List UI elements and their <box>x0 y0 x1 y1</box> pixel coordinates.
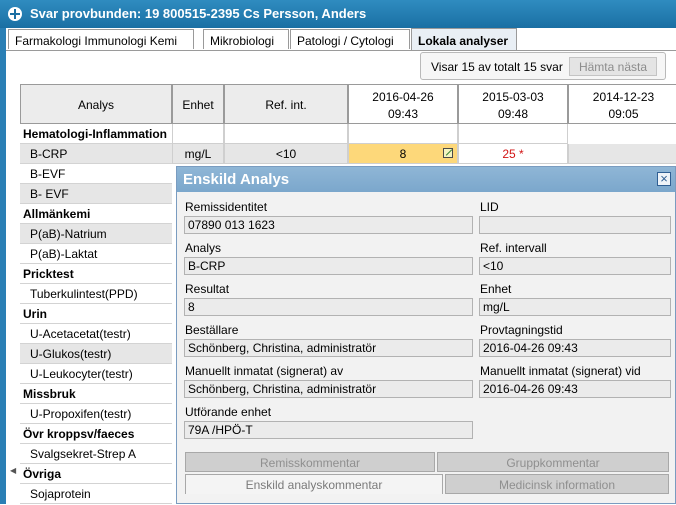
analysis-row-label[interactable]: U-Acetacetat(testr) <box>20 324 172 344</box>
edit-icon[interactable] <box>443 148 453 158</box>
single-analysis-dialog: Enskild Analys × Remissidentitet 07890 0… <box>176 166 676 504</box>
result-info-box: Visar 15 av totalt 15 svar Hämta nästa <box>420 52 666 80</box>
window-frame-left <box>0 28 6 504</box>
result-count-text: Visar 15 av totalt 15 svar <box>431 60 563 74</box>
analysis-row-label[interactable]: B-CRP <box>20 144 172 164</box>
table-cell <box>224 124 348 144</box>
manuellt-vid-field[interactable]: 2016-04-26 09:43 <box>479 380 671 398</box>
enhet-label: Enhet <box>480 282 512 296</box>
bestallare-field[interactable]: Schönberg, Christina, administratör <box>184 339 473 357</box>
category-row[interactable]: Allmänkemi <box>20 204 172 224</box>
header-ref-int[interactable]: Ref. int. <box>224 84 348 124</box>
header-enhet[interactable]: Enhet <box>172 84 224 124</box>
ref-interval-label: Ref. intervall <box>480 241 547 255</box>
result-cell[interactable]: 8 <box>348 144 458 164</box>
remiss-field[interactable]: 07890 013 1623 <box>184 216 473 234</box>
category-row[interactable]: Missbruk <box>20 384 172 404</box>
category-row[interactable]: Övr kroppsv/faeces <box>20 424 172 444</box>
utforande-field[interactable]: 79A /HPÖ-T <box>184 421 473 439</box>
analysis-row-label[interactable]: B-EVF <box>20 164 172 184</box>
plus-circle-icon <box>8 7 22 21</box>
table-cell <box>458 124 568 144</box>
unit-cell: mg/L <box>172 144 224 164</box>
result-value: 8 <box>399 147 407 161</box>
tab-farmakologi[interactable]: Farmakologi Immunologi Kemi <box>8 29 194 49</box>
analysis-row-label[interactable]: U-Leukocyter(testr) <box>20 364 172 384</box>
enhet-field[interactable]: mg/L <box>479 298 671 316</box>
comment-tabs: Remisskommentar Gruppkommentar Enskild a… <box>185 452 669 505</box>
tab-lokala-analyser[interactable]: Lokala analyser <box>411 28 517 50</box>
category-row[interactable]: Övriga <box>20 464 172 484</box>
result-cell[interactable]: 25 * <box>458 144 568 164</box>
analysis-row-label[interactable]: Svalgsekret-Strep A <box>20 444 172 464</box>
ref-cell: <10 <box>224 144 348 164</box>
ref-interval-field[interactable]: <10 <box>479 257 671 275</box>
table-cell <box>172 124 224 144</box>
tab-enskild-analyskommentar[interactable]: Enskild analyskommentar <box>185 474 443 494</box>
tab-gruppkommentar[interactable]: Gruppkommentar <box>437 452 669 472</box>
utforande-label: Utförande enhet <box>185 405 272 419</box>
analysis-row-label[interactable]: P(aB)-Natrium <box>20 224 172 244</box>
provtagningstid-label: Provtagningstid <box>480 323 563 337</box>
analysis-row-label[interactable]: P(aB)-Laktat <box>20 244 172 264</box>
manuellt-vid-label: Manuellt inmatat (signerat) vid <box>480 364 641 378</box>
time-label: 09:43 <box>387 107 419 121</box>
tab-medicinsk-information[interactable]: Medicinsk information <box>445 474 669 494</box>
analysis-row-label[interactable]: Sojaprotein <box>20 484 172 504</box>
header-analys[interactable]: Analys <box>20 84 172 124</box>
window-titlebar: Svar provbunden: 19 800515-2395 Cs Perss… <box>0 0 676 28</box>
remiss-label: Remissidentitet <box>185 200 268 214</box>
category-row[interactable]: Pricktest <box>20 264 172 284</box>
date-label: 2015-03-03 <box>482 90 544 104</box>
analysis-row-label[interactable]: U-Propoxifen(testr) <box>20 404 172 424</box>
provtagningstid-field[interactable]: 2016-04-26 09:43 <box>479 339 671 357</box>
time-label: 09:48 <box>497 107 529 121</box>
fetch-next-button[interactable]: Hämta nästa <box>569 57 657 76</box>
scroll-left-arrow-icon[interactable]: ◀ <box>10 466 16 475</box>
lid-label: LID <box>480 200 499 214</box>
tab-divider <box>6 50 676 51</box>
analysis-row-label[interactable]: Tuberkulintest(PPD) <box>20 284 172 304</box>
date-label: 2016-04-26 <box>372 90 434 104</box>
dialog-title: Enskild Analys <box>183 171 290 188</box>
category-row[interactable]: Urin <box>20 304 172 324</box>
header-date-1[interactable]: 2016-04-26 09:43 <box>348 84 458 124</box>
tab-remisskommentar[interactable]: Remisskommentar <box>185 452 435 472</box>
analys-label: Analys <box>185 241 222 255</box>
header-date-2[interactable]: 2015-03-03 09:48 <box>458 84 568 124</box>
tab-patologi[interactable]: Patologi / Cytologi <box>290 29 410 49</box>
analysis-row-label[interactable]: U-Glukos(testr) <box>20 344 172 364</box>
analys-field[interactable]: B-CRP <box>184 257 473 275</box>
tab-mikrobiologi[interactable]: Mikrobiologi <box>203 29 289 49</box>
window-title: Svar provbunden: 19 800515-2395 Cs Perss… <box>30 6 367 21</box>
resultat-field[interactable]: 8 <box>184 298 473 316</box>
close-icon[interactable]: × <box>657 172 671 186</box>
table-cell <box>348 124 458 144</box>
manuellt-av-field[interactable]: Schönberg, Christina, administratör <box>184 380 473 398</box>
manuellt-av-label: Manuellt inmatat (signerat) av <box>185 364 344 378</box>
time-label: 09:05 <box>608 107 639 121</box>
result-cell[interactable] <box>568 144 676 164</box>
lid-field[interactable] <box>479 216 671 234</box>
date-label: 2014-12-23 <box>592 90 655 104</box>
analysis-row-label[interactable]: B- EVF <box>20 184 172 204</box>
bestallare-label: Beställare <box>185 323 239 337</box>
dialog-titlebar: Enskild Analys × <box>177 167 675 192</box>
resultat-label: Resultat <box>185 282 230 296</box>
header-date-3[interactable]: 2014-12-23 09:05 <box>568 84 676 124</box>
category-row[interactable]: Hematologi-Inflammation <box>20 124 172 144</box>
